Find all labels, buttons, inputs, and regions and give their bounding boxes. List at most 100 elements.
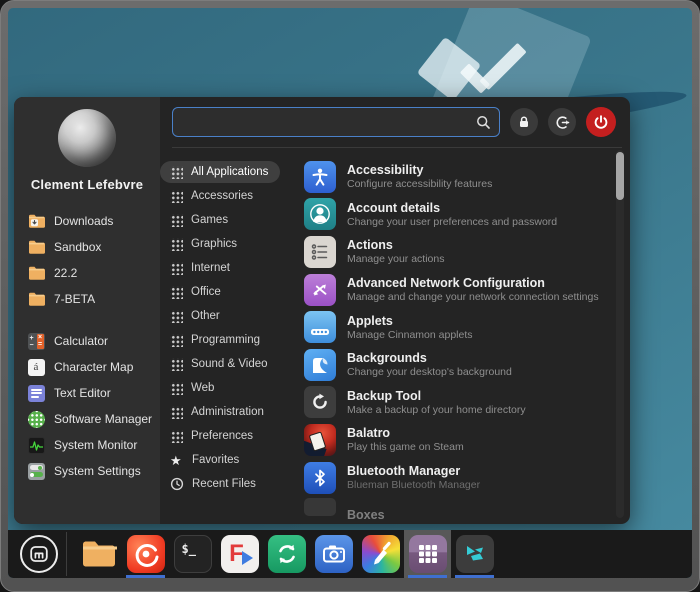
app-row-backup-tool[interactable]: Backup ToolMake a backup of your home di… [304, 384, 612, 422]
category-preferences[interactable]: Preferences [160, 424, 294, 448]
category-label: Recent Files [192, 478, 256, 490]
sidebar-item-label: System Monitor [54, 438, 137, 452]
boxes-icon [304, 498, 336, 516]
grid-icon [170, 214, 183, 227]
category-label: Sound & Video [191, 358, 268, 370]
category-recent-files[interactable]: Recent Files [160, 472, 294, 496]
folder-download-icon [27, 212, 45, 230]
sidebar-item-22-2[interactable]: 22.2 [14, 260, 160, 286]
category-administration[interactable]: Administration [160, 400, 294, 424]
taskbar-warpinator[interactable] [451, 530, 498, 578]
app-title: Actions [347, 238, 444, 253]
sidebar-item-label: System Settings [54, 464, 141, 478]
sidebar-item-system-settings[interactable]: System Settings [14, 458, 160, 484]
category-label: Internet [191, 262, 230, 274]
app-row-advanced-network-configuration[interactable]: Advanced Network ConfigurationManage and… [304, 271, 612, 309]
app-row-actions[interactable]: ActionsManage your actions [304, 233, 612, 271]
sidebar-item-sandbox[interactable]: Sandbox [14, 234, 160, 260]
scrollbar-thumb[interactable] [616, 152, 624, 200]
taskbar-sync-app[interactable] [263, 530, 310, 578]
sidebar-item-label: Calculator [54, 334, 108, 348]
sidebar-item-downloads[interactable]: Downloads [14, 208, 160, 234]
grid-icon [170, 166, 183, 179]
search-input[interactable] [181, 115, 476, 129]
sidebar-spacer [14, 312, 160, 328]
taskbar-f-play-app[interactable]: F [216, 530, 263, 578]
app-title: Backup Tool [347, 389, 526, 404]
app-row-balatro[interactable]: BalatroPlay this game on Steam [304, 421, 612, 459]
taskbar-drawing-app[interactable] [357, 530, 404, 578]
category-label: Preferences [191, 430, 253, 442]
app-title: Account details [347, 201, 557, 216]
category-programming[interactable]: Programming [160, 328, 294, 352]
account-details-icon [304, 198, 336, 230]
system-settings-icon [27, 462, 45, 480]
app-subtitle: Configure accessibility features [347, 178, 492, 190]
power-icon [593, 114, 609, 130]
category-sound-video[interactable]: Sound & Video [160, 352, 294, 376]
category-graphics[interactable]: Graphics [160, 232, 294, 256]
category-all-applications[interactable]: All Applications [160, 160, 294, 184]
sidebar-item-character-map[interactable]: á Character Map [14, 354, 160, 380]
grid-icon [170, 406, 183, 419]
app-row-account-details[interactable]: Account detailsChange your user preferen… [304, 196, 612, 234]
bluetooth-icon [304, 462, 336, 494]
menu-main: All Applications Accessories Games Graph… [160, 97, 630, 524]
system-monitor-icon [27, 436, 45, 454]
taskbar-app-grid[interactable] [404, 530, 451, 578]
taskbar-firefox[interactable] [122, 530, 169, 578]
avatar[interactable] [58, 109, 116, 167]
taskbar-terminal[interactable]: $_ [169, 530, 216, 578]
taskbar-screenshot-tool[interactable] [310, 530, 357, 578]
taskbar-separator [66, 532, 67, 576]
grid-icon [170, 430, 183, 443]
mint-menu-popup: Clement Lefebvre Downloads Sandbox 22.2 [14, 97, 630, 524]
category-internet[interactable]: Internet [160, 256, 294, 280]
category-web[interactable]: Web [160, 376, 294, 400]
linux-mint-logo-icon [28, 543, 50, 565]
category-favorites[interactable]: ★Favorites [160, 448, 294, 472]
sidebar-item-label: Software Manager [54, 412, 152, 426]
search-box[interactable] [172, 107, 500, 137]
sidebar-item-text-editor[interactable]: Text Editor [14, 380, 160, 406]
grid-icon [170, 310, 183, 323]
category-label: Favorites [192, 454, 239, 466]
software-manager-icon [27, 410, 45, 428]
lock-button[interactable] [510, 108, 538, 136]
category-other[interactable]: Other [160, 304, 294, 328]
category-accessories[interactable]: Accessories [160, 184, 294, 208]
sidebar-item-software-manager[interactable]: Software Manager [14, 406, 160, 432]
firefox-icon [127, 535, 165, 573]
app-subtitle: Play this game on Steam [347, 441, 464, 453]
category-office[interactable]: Office [160, 280, 294, 304]
mint-menu-button[interactable] [20, 535, 58, 573]
app-row-backgrounds[interactable]: BackgroundsChange your desktop's backgro… [304, 346, 612, 384]
folder-icon [27, 238, 45, 256]
sidebar-item-calculator[interactable]: +−×= Calculator [14, 328, 160, 354]
backgrounds-icon [304, 349, 336, 381]
open-window-indicator [126, 575, 165, 578]
folder-icon [80, 535, 118, 573]
category-games[interactable]: Games [160, 208, 294, 232]
category-label: All Applications [191, 166, 268, 178]
folder-icon [27, 264, 45, 282]
app-title: Bluetooth Manager [347, 464, 480, 479]
power-button[interactable] [586, 107, 616, 137]
grid-icon [170, 262, 183, 275]
app-row-bluetooth-manager[interactable]: Bluetooth ManagerBlueman Bluetooth Manag… [304, 459, 612, 497]
apps-scrollbar[interactable] [616, 150, 624, 518]
category-label: Administration [191, 406, 264, 418]
app-subtitle: Change your desktop's background [347, 366, 512, 378]
grid-icon [170, 190, 183, 203]
backup-tool-icon [304, 386, 336, 418]
sidebar-item-system-monitor[interactable]: System Monitor [14, 432, 160, 458]
sidebar-item-7-beta[interactable]: 7-BETA [14, 286, 160, 312]
taskbar-file-manager[interactable] [75, 530, 122, 578]
logout-button[interactable] [548, 108, 576, 136]
app-row-applets[interactable]: AppletsManage Cinnamon applets [304, 308, 612, 346]
app-subtitle: Manage Cinnamon applets [347, 329, 473, 341]
network-configuration-icon [304, 274, 336, 306]
application-list: AccessibilityConfigure accessibility fea… [294, 148, 630, 524]
app-row-boxes[interactable]: Boxes [304, 496, 612, 524]
app-row-accessibility[interactable]: AccessibilityConfigure accessibility fea… [304, 158, 612, 196]
